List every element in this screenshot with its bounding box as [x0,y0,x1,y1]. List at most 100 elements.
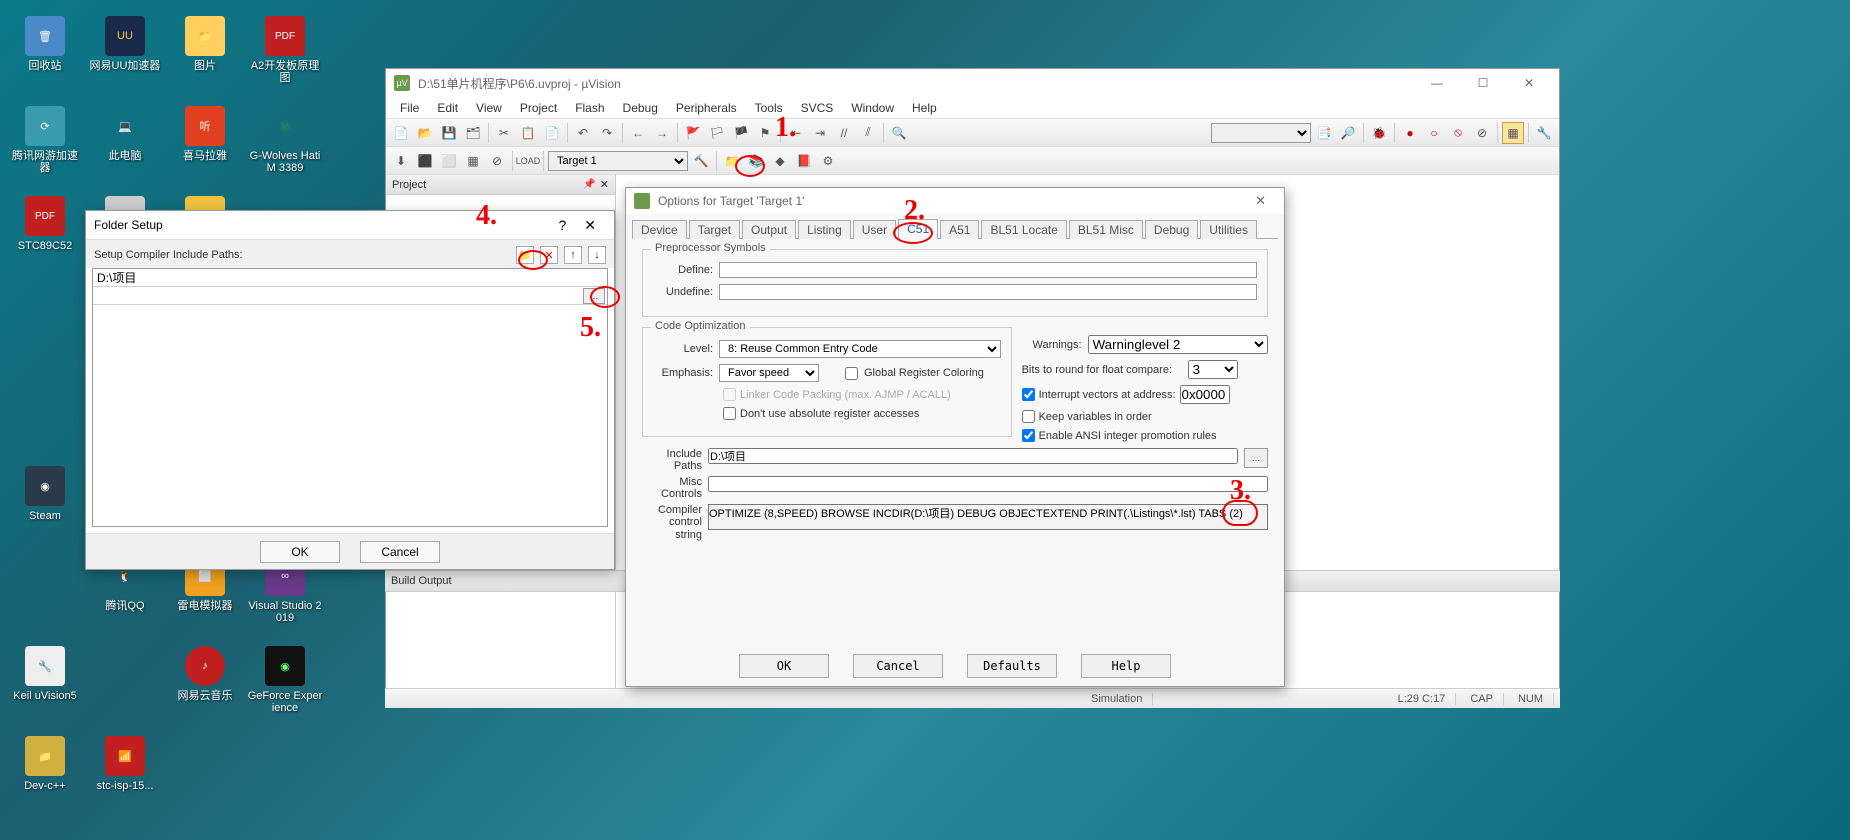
titlebar[interactable]: µV D:\51单片机程序\P6\6.uvproj - µVision — ☐ … [386,69,1559,97]
help-icon[interactable]: ? [558,217,566,233]
copy-icon[interactable]: 📋 [517,122,539,144]
level-select[interactable]: 8: Reuse Common Entry Code [719,340,1001,358]
batch-build-icon[interactable]: ▦ [462,150,484,172]
find-icon[interactable]: 🔍 [888,122,910,144]
misc-controls-input[interactable] [708,476,1268,492]
cancel-button[interactable]: Cancel [853,654,943,678]
manage-rte-icon[interactable]: ◆ [769,150,791,172]
warnings-select[interactable]: Warninglevel 2 [1088,335,1268,354]
breakpoint-insert-icon[interactable]: ● [1399,122,1421,144]
netease-music[interactable]: ♪网易云音乐 [165,640,245,730]
bits-select[interactable]: 3 [1188,360,1238,379]
target-select[interactable]: Target 1 [548,151,688,171]
tencent-booster[interactable]: ⟳腾讯网游加速器 [5,100,85,190]
browse-include-icon[interactable]: … [1244,448,1268,468]
include-paths-list[interactable]: … [92,268,608,527]
build-icon[interactable]: ⬛ [414,150,436,172]
ansi-checkbox[interactable] [1022,429,1035,442]
nav-back-icon[interactable]: ← [627,122,649,144]
save-icon[interactable]: 💾 [438,122,460,144]
tab-c51[interactable]: C51 [898,219,938,239]
path-input-0[interactable] [93,271,607,285]
tab-output[interactable]: Output [742,220,796,239]
browse-path-icon[interactable]: … [583,288,605,304]
menu-file[interactable]: File [392,99,427,117]
dev-cpp[interactable]: 📁Dev-c++ [5,730,85,820]
minimize-button[interactable]: — [1415,70,1459,96]
move-up-icon[interactable]: ↑ [564,246,582,264]
move-down-icon[interactable]: ↓ [588,246,606,264]
comment-icon[interactable]: // [833,122,855,144]
new-folder-icon[interactable]: 📁 [516,246,534,264]
folder-setup-titlebar[interactable]: Folder Setup ? ✕ [86,211,614,239]
delete-icon[interactable]: ✕ [540,246,558,264]
help-button[interactable]: Help [1081,654,1171,678]
undo-icon[interactable]: ↶ [572,122,594,144]
close-icon[interactable]: ✕ [574,213,606,238]
int-vec-input[interactable] [1180,385,1230,404]
rebuild-icon[interactable]: ⬜ [438,150,460,172]
cut-icon[interactable]: ✂ [493,122,515,144]
menu-edit[interactable]: Edit [429,99,466,117]
books-icon[interactable]: 📕 [793,150,815,172]
options-titlebar[interactable]: Options for Target 'Target 1' ✕ [626,188,1284,214]
window-layout-icon[interactable]: ▦ [1502,122,1524,144]
tab-device[interactable]: Device [632,220,687,239]
recycle-bin[interactable]: 🗑回收站 [5,10,85,100]
ok-button[interactable]: OK [739,654,829,678]
bookmark-prev-icon[interactable]: 🏳 [706,122,728,144]
menu-peripherals[interactable]: Peripherals [668,99,745,117]
tab-listing[interactable]: Listing [798,220,851,239]
pdf-stc[interactable]: PDFSTC89C52 [5,190,85,280]
bookmark-next-icon[interactable]: 🏴 [730,122,752,144]
tab-target[interactable]: Target [689,220,740,239]
keep-vars-checkbox[interactable] [1022,410,1035,423]
paste-icon[interactable]: 📄 [541,122,563,144]
stc-isp[interactable]: 📶stc-isp-15... [85,730,165,820]
uu-booster[interactable]: UU网易UU加速器 [85,10,165,100]
target-options-icon[interactable]: 🔨 [690,150,712,172]
this-pc[interactable]: 💻此电脑 [85,100,165,190]
menu-svcs[interactable]: SVCS [793,99,842,117]
find-combo[interactable] [1211,123,1311,143]
redo-icon[interactable]: ↷ [596,122,618,144]
menu-help[interactable]: Help [904,99,945,117]
include-paths-input[interactable] [708,448,1238,464]
breakpoint-enable-icon[interactable]: ○ [1423,122,1445,144]
cancel-button[interactable]: Cancel [360,541,440,563]
save-all-icon[interactable]: 🗂 [462,122,484,144]
maximize-button[interactable]: ☐ [1461,70,1505,96]
config-wizard-icon[interactable]: ⚙ [817,150,839,172]
geforce[interactable]: ◉GeForce Experience [245,640,325,730]
path-input-1[interactable] [93,289,583,303]
menu-tools[interactable]: Tools [747,99,791,117]
debug-icon[interactable]: 🐞 [1368,122,1390,144]
menu-flash[interactable]: Flash [567,99,612,117]
define-input[interactable] [719,262,1257,278]
pin-icon[interactable]: 📌 [583,179,595,190]
ok-button[interactable]: OK [260,541,340,563]
tab-user[interactable]: User [853,220,896,239]
tab-bl51-misc[interactable]: BL51 Misc [1069,220,1143,239]
project-pane-header[interactable]: Project 📌 ✕ [386,175,615,195]
close-pane-icon[interactable]: ✕ [600,178,609,191]
ximalaya[interactable]: 听喜马拉雅 [165,100,245,190]
bookmark-icon[interactable]: 🚩 [682,122,704,144]
emphasis-select[interactable]: Favor speed [719,364,819,382]
keil[interactable]: 🔧Keil uVision5 [5,640,85,730]
multi-project-icon[interactable]: 📚 [745,150,767,172]
global-reg-checkbox[interactable] [845,367,858,380]
new-file-icon[interactable]: 📄 [390,122,412,144]
uncomment-icon[interactable]: ⫽ [857,122,879,144]
close-button[interactable]: ✕ [1507,70,1551,96]
pdf-a2[interactable]: PDFA2开发板原理图 [245,10,325,100]
bookmark-clear-icon[interactable]: ⚑ [754,122,776,144]
outdent-icon[interactable]: ⇥ [809,122,831,144]
tab-bl51-locate[interactable]: BL51 Locate [981,220,1066,239]
stop-build-icon[interactable]: ⊘ [486,150,508,172]
int-vec-checkbox[interactable] [1022,388,1035,401]
close-icon[interactable]: ✕ [1245,189,1276,213]
menu-view[interactable]: View [468,99,510,117]
find-in-files-icon[interactable]: 📑 [1313,122,1335,144]
menu-project[interactable]: Project [512,99,565,117]
